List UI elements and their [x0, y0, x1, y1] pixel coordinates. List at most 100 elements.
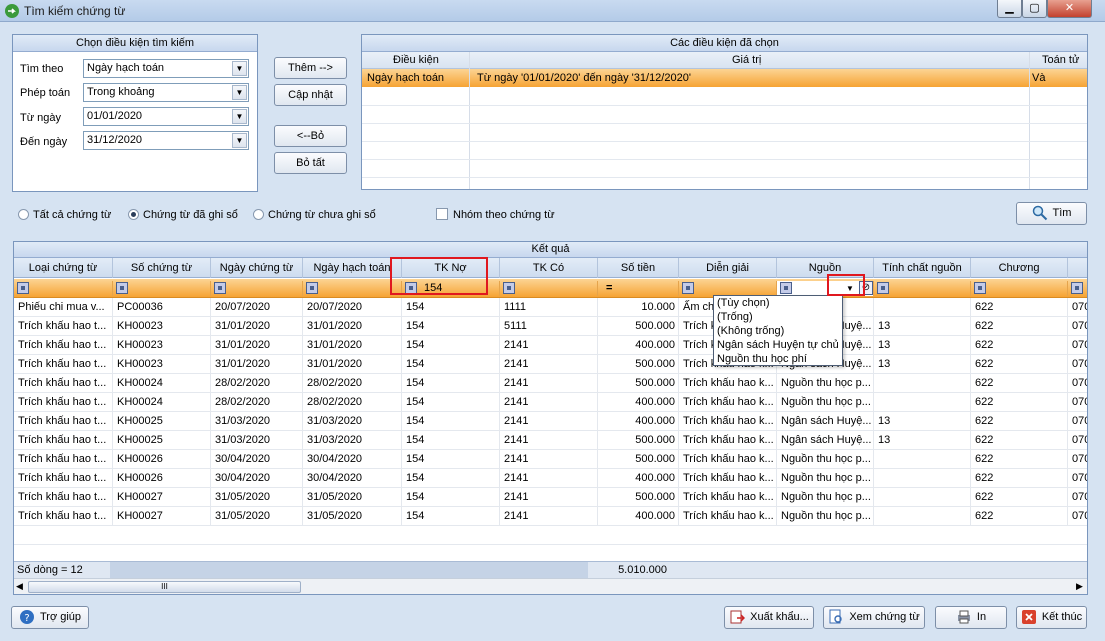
filter-operator-icon[interactable]: [306, 282, 318, 294]
view-voucher-button[interactable]: Xem chứng từ: [823, 606, 925, 629]
table-row[interactable]: Trích khấu hao t... KH00026 30/04/2020 30/0…: [14, 450, 1087, 469]
table-row[interactable]: Trích khấu hao t... KH00023 31/01/2020 31/0…: [14, 336, 1087, 355]
column-header-so-chung-tu[interactable]: Số chứng từ: [113, 258, 211, 278]
filter-operator-icon[interactable]: [682, 282, 694, 294]
scroll-thumb[interactable]: III: [28, 581, 301, 593]
column-header-extra[interactable]: [1068, 258, 1087, 278]
dropdown-option[interactable]: Nguồn thu học phí: [714, 352, 842, 366]
table-row[interactable]: Trích khấu hao t... KH00026 30/04/2020 30/0…: [14, 469, 1087, 488]
print-button[interactable]: In: [935, 606, 1007, 629]
cell-chuong: 622: [971, 317, 1068, 336]
so-tien-filter-operator[interactable]: =: [606, 281, 612, 296]
radio-posted-vouchers[interactable]: Chứng từ đã ghi sổ: [128, 208, 238, 222]
table-row[interactable]: Trích khấu hao t... KH00023 31/01/2020 31/0…: [14, 355, 1087, 374]
filter-cell-so-tien[interactable]: =: [598, 281, 679, 296]
column-header-ngay-hach-toan[interactable]: Ngày hạch toán: [303, 258, 402, 278]
cell-tinh-chat-nguon: 13: [874, 412, 971, 431]
chevron-down-icon[interactable]: ▼: [232, 61, 247, 76]
table-row[interactable]: Phiếu chi mua v... PC00036 20/07/2020 20/07…: [14, 298, 1087, 317]
tim-theo-select[interactable]: Ngày hạch toán ▼: [83, 59, 249, 78]
dropdown-option[interactable]: (Trống): [714, 310, 842, 324]
column-header-chuong[interactable]: Chương: [971, 258, 1068, 278]
filter-cell-dien-giai[interactable]: [679, 281, 777, 296]
column-header-tinh-chat-nguon[interactable]: Tính chất nguồn: [874, 258, 971, 278]
table-row[interactable]: Trích khấu hao t... KH00027 31/05/2020 31/0…: [14, 488, 1087, 507]
remove-condition-button[interactable]: <--Bỏ: [274, 125, 347, 147]
cell-ngay-chung-tu: 20/07/2020: [211, 298, 303, 317]
cell-chuong: 622: [971, 431, 1068, 450]
filter-operator-icon[interactable]: [877, 282, 889, 294]
cell-tinh-chat-nguon: 13: [874, 431, 971, 450]
search-button[interactable]: Tìm: [1016, 202, 1087, 225]
maximize-button[interactable]: ▢: [1022, 0, 1047, 18]
filter-operator-icon[interactable]: [780, 282, 792, 294]
column-header-tk-co[interactable]: TK Có: [500, 258, 598, 278]
filter-cell-so-chung-tu[interactable]: [113, 281, 211, 296]
minimize-button[interactable]: ▁: [997, 0, 1022, 18]
filter-cell-ngay-hach-toan[interactable]: [303, 281, 402, 296]
cell-ngay-chung-tu: 31/01/2020: [211, 317, 303, 336]
condition-row[interactable]: Ngày hạch toán Từ ngày '01/01/2020' đến …: [362, 69, 1087, 87]
help-button[interactable]: ? Trợ giúp: [11, 606, 89, 629]
close-button[interactable]: Kết thúc: [1016, 606, 1087, 629]
filter-cell-loai-chung-tu[interactable]: [14, 281, 113, 296]
cell-tk-no: 154: [402, 431, 500, 450]
cell-extra: 070: [1068, 298, 1087, 317]
scroll-right-icon[interactable]: ▶: [1076, 581, 1083, 592]
filter-cell-tk-co[interactable]: [500, 281, 598, 296]
cell-ngay-hach-toan: 31/01/2020: [303, 355, 402, 374]
tu-ngay-date[interactable]: 01/01/2020 ▼: [83, 107, 249, 126]
cell-ngay-chung-tu: 31/03/2020: [211, 412, 303, 431]
table-row[interactable]: Trích khấu hao t... KH00025 31/03/2020 31/0…: [14, 412, 1087, 431]
table-row[interactable]: Trích khấu hao t... KH00023 31/01/2020 31/0…: [14, 317, 1087, 336]
phep-toan-select[interactable]: Trong khoảng ▼: [83, 83, 249, 102]
field-label-tu-ngay: Từ ngày: [20, 112, 61, 124]
filter-cell-chuong[interactable]: [971, 281, 1068, 296]
radio-all-vouchers[interactable]: Tất cả chứng từ: [18, 208, 111, 222]
table-row[interactable]: Trích khấu hao t... KH00024 28/02/2020 28/0…: [14, 393, 1087, 412]
cell-so-chung-tu: KH00025: [113, 431, 211, 450]
filter-cell-tinh-chat-nguon[interactable]: [874, 281, 971, 296]
filter-operator-icon[interactable]: [503, 282, 515, 294]
close-window-button[interactable]: ✕: [1047, 0, 1092, 18]
filter-operator-icon[interactable]: [974, 282, 986, 294]
chevron-down-icon[interactable]: ▼: [232, 109, 247, 124]
export-button[interactable]: Xuất khẩu...: [724, 606, 814, 629]
column-header-loai-chung-tu[interactable]: Loại chứng từ: [14, 258, 113, 278]
column-header-ngay-chung-tu[interactable]: Ngày chứng từ: [211, 258, 303, 278]
search-panel-title: Chọn điều kiện tìm kiếm: [13, 35, 257, 52]
dropdown-option[interactable]: (Không trống): [714, 324, 842, 338]
remove-all-button[interactable]: Bỏ tất: [274, 152, 347, 174]
results-header-row: Loại chứng từ Số chứng từ Ngày chứng từ Ngà…: [14, 258, 1087, 278]
filter-operator-icon[interactable]: [214, 282, 226, 294]
dropdown-option[interactable]: (Tùy chọn): [714, 296, 842, 310]
cell-ngay-hach-toan: 31/05/2020: [303, 507, 402, 526]
chevron-down-icon[interactable]: ▼: [232, 133, 247, 148]
chevron-down-icon[interactable]: ▼: [232, 85, 247, 100]
horizontal-scrollbar[interactable]: ◀ III ▶: [14, 578, 1087, 594]
radio-unposted-vouchers[interactable]: Chứng từ chưa ghi sổ: [253, 208, 376, 222]
filter-row[interactable]: 154 = ▼ ⊘: [14, 279, 1087, 298]
den-ngay-date[interactable]: 31/12/2020 ▼: [83, 131, 249, 150]
nguon-filter-dropdown[interactable]: (Tùy chọn) (Trống) (Không trống) Ngân sách …: [713, 295, 843, 366]
cell-extra: 070: [1068, 336, 1087, 355]
update-condition-button[interactable]: Cập nhật: [274, 84, 347, 106]
table-row[interactable]: Trích khấu hao t... KH00025 31/03/2020 31/0…: [14, 431, 1087, 450]
filter-cell-extra[interactable]: [1068, 281, 1087, 296]
scroll-left-icon[interactable]: ◀: [16, 581, 23, 592]
cell-so-chung-tu: KH00027: [113, 507, 211, 526]
filter-operator-icon[interactable]: [1071, 282, 1083, 294]
cell-so-tien: 500.000: [598, 450, 679, 469]
group-by-voucher-checkbox[interactable]: Nhóm theo chứng từ: [436, 208, 555, 222]
dropdown-option[interactable]: Ngân sách Huyện tự chủ: [714, 338, 842, 352]
filter-cell-ngay-chung-tu[interactable]: [211, 281, 303, 296]
column-header-dien-giai[interactable]: Diễn giải: [679, 258, 777, 278]
cell-so-tien: 400.000: [598, 507, 679, 526]
add-condition-button[interactable]: Thêm -->: [274, 57, 347, 79]
table-row[interactable]: Trích khấu hao t... KH00024 28/02/2020 28/0…: [14, 374, 1087, 393]
cell-ngay-hach-toan: 28/02/2020: [303, 393, 402, 412]
table-row[interactable]: Trích khấu hao t... KH00027 31/05/2020 31/0…: [14, 507, 1087, 526]
filter-operator-icon[interactable]: [17, 282, 29, 294]
filter-operator-icon[interactable]: [116, 282, 128, 294]
column-header-so-tien[interactable]: Số tiền: [598, 258, 679, 278]
